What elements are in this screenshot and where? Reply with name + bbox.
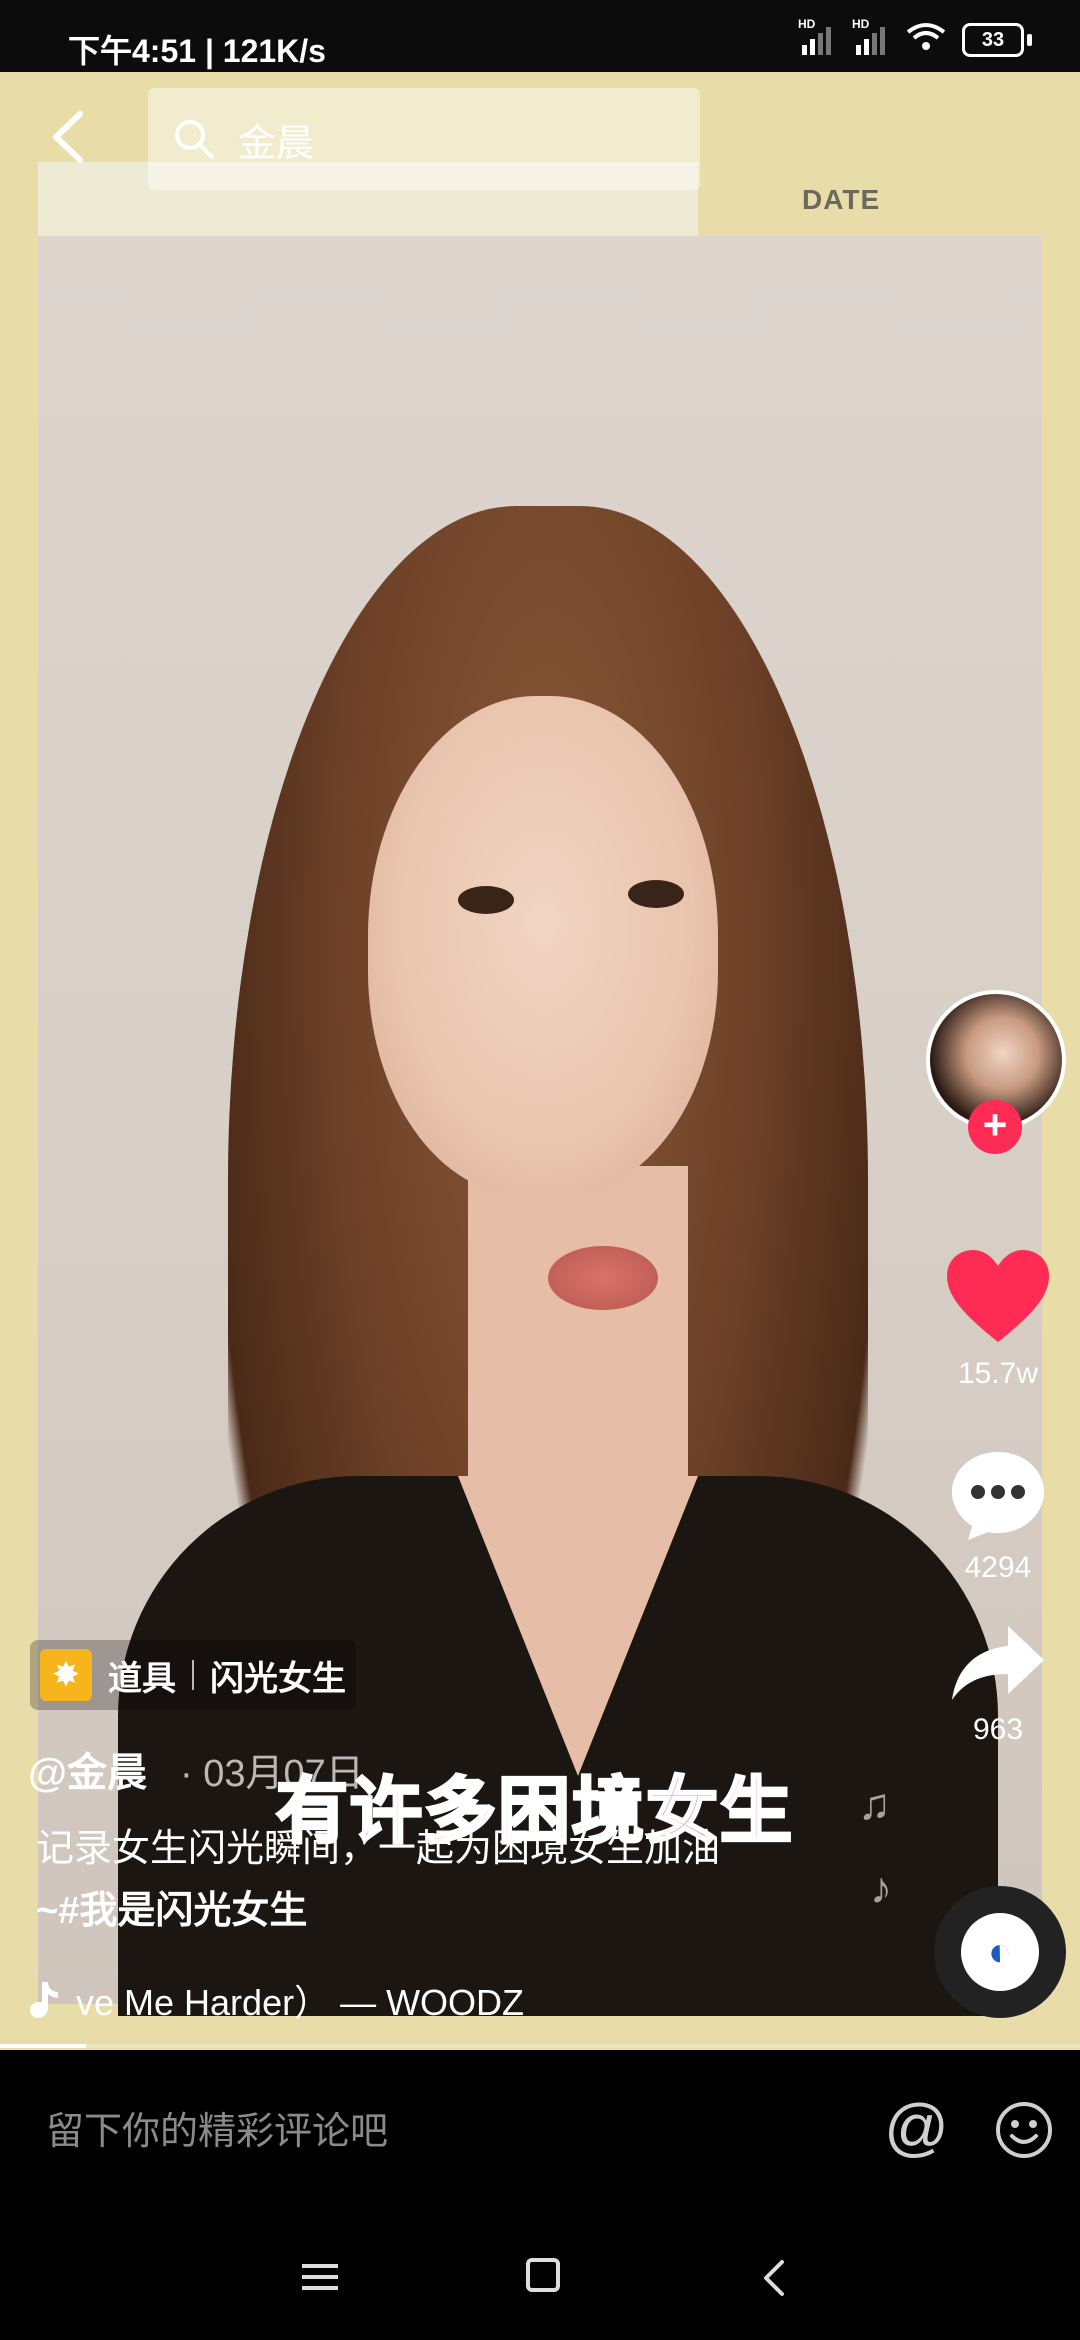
sparkle-icon: ✸ [40,1649,92,1701]
music-note-icon: ♫ [858,1780,891,1829]
comment-icon [952,1452,1044,1540]
back-triangle-icon[interactable] [758,2258,788,2298]
share-count: 963 [972,1713,1024,1746]
like-count: 15.7w [957,1357,1039,1390]
comment-count: 4294 [964,1551,1032,1584]
menu-icon[interactable] [302,2262,338,2292]
back-button[interactable] [48,110,98,170]
prop-name: 闪光女生 [210,1659,346,1698]
music-title: ve Me Harder） — WOODZ [76,1982,525,2023]
video-frame [38,236,1042,2016]
frame-date-tag: DATE [802,184,881,215]
signal-icon-2: HD [852,17,890,55]
home-square-icon[interactable] [526,2258,560,2292]
author-name[interactable]: @金晨 [28,1740,147,1798]
video-subject-lips [548,1246,658,1310]
status-bar: 下午4:51 | 121K/s HD HD 33 [0,0,1080,72]
search-icon [175,120,214,159]
like-button[interactable]: 15.7w [928,1248,1068,1391]
video-description: 记录女生闪光瞬间，一起为困境女生加油 ~#我是闪光女生 [36,1818,836,1942]
hashtag-link[interactable]: ~#我是闪光女生 [36,1890,307,1932]
comment-input[interactable]: 留下你的精彩评论吧 [46,2100,388,2155]
search-query: 金晨 [238,122,315,165]
tiktok-note-icon [30,1982,58,2018]
share-arrow-icon [952,1626,1044,1700]
music-track[interactable]: ve Me Harder） — WOODZ [28,1974,524,2026]
share-button[interactable]: 963 [928,1622,1068,1747]
music-disc-button[interactable]: ◐ [934,1886,1066,2018]
follow-plus-button[interactable]: + [968,1100,1022,1154]
description-text: 记录女生闪光瞬间，一起为困境女生加油 [36,1828,721,1870]
music-cover-icon: ◐ [961,1913,1039,1991]
search-bar[interactable]: 金晨 [148,88,700,190]
music-note-icon: ♪ [870,1864,892,1913]
prop-divider [192,1660,194,1690]
system-navigation-bar [0,2208,1080,2340]
video-subject-face [368,696,718,1196]
emoji-icon[interactable] [994,2100,1054,2160]
prop-effect-tag[interactable]: ✸ 道具 闪光女生 [30,1640,356,1710]
signal-icon: HD [798,17,836,55]
status-time-speed: 下午4:51 | 121K/s [68,33,326,69]
mention-button[interactable]: @ [884,2090,949,2164]
battery-icon: 33 [962,22,1032,57]
comment-bar: 留下你的精彩评论吧 @ [0,2050,1080,2208]
video-progress-bar[interactable] [0,2044,1080,2048]
wifi-icon [906,22,946,57]
prop-label: 道具 [108,1659,176,1698]
status-icons: HD HD 33 [798,17,1032,57]
chevron-left-icon [53,111,83,163]
comment-button[interactable]: 4294 [928,1448,1068,1585]
heart-icon [947,1250,1049,1342]
